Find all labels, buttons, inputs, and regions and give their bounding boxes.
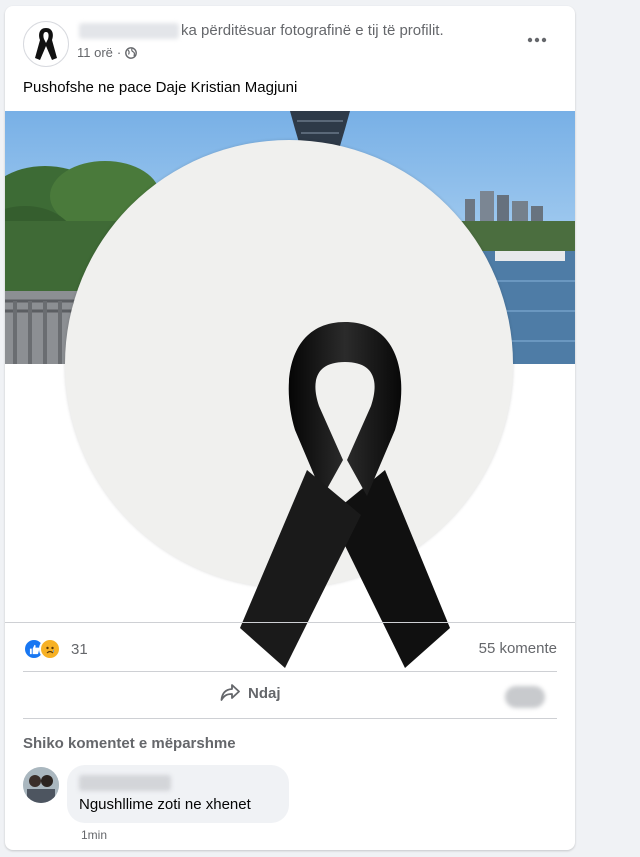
reactions-summary[interactable]: 31 — [23, 638, 88, 660]
post-meta: 11 orë · — [77, 45, 138, 60]
share-button[interactable]: Ndaj — [220, 684, 281, 702]
reaction-count: 31 — [71, 640, 88, 658]
author-name-blurred[interactable] — [79, 23, 179, 39]
reactions-divider-top — [5, 622, 575, 623]
post-card: ka përditësuar fotografinë e tij të prof… — [5, 6, 575, 850]
commenter-avatar[interactable] — [23, 767, 59, 803]
profile-picture[interactable] — [65, 140, 513, 668]
share-label: Ndaj — [248, 684, 281, 702]
post-time[interactable]: 11 orë — [77, 45, 113, 60]
post-action-text: ka përditësuar fotografinë e tij të prof… — [181, 22, 444, 39]
view-previous-comments-link[interactable]: Shiko komentet e mëparshme — [23, 735, 236, 752]
author-avatar[interactable] — [23, 21, 69, 67]
sad-reaction-icon — [39, 638, 61, 660]
comment-as-selector-blurred[interactable] — [505, 686, 545, 708]
post-caption: Pushofshe ne pace Daje Kristian Magjuni — [23, 79, 298, 96]
black-ribbon-icon — [35, 28, 57, 60]
comment-time[interactable]: 1min — [81, 828, 107, 842]
share-arrow-icon — [220, 684, 240, 701]
more-options-icon — [527, 37, 547, 43]
actions-divider-bottom — [23, 718, 557, 719]
black-ribbon-image — [240, 322, 450, 668]
actions-divider-top — [23, 671, 557, 672]
meta-separator: · — [116, 45, 122, 60]
more-options-button[interactable] — [519, 26, 555, 54]
globe-icon — [125, 46, 138, 59]
comments-count-link[interactable]: 55 komente — [479, 640, 557, 657]
commenter-name-blurred[interactable] — [79, 775, 171, 791]
comment-text: Ngushllime zoti ne xhenet — [79, 796, 251, 813]
comment-bubble: Ngushllime zoti ne xhenet — [67, 765, 289, 823]
